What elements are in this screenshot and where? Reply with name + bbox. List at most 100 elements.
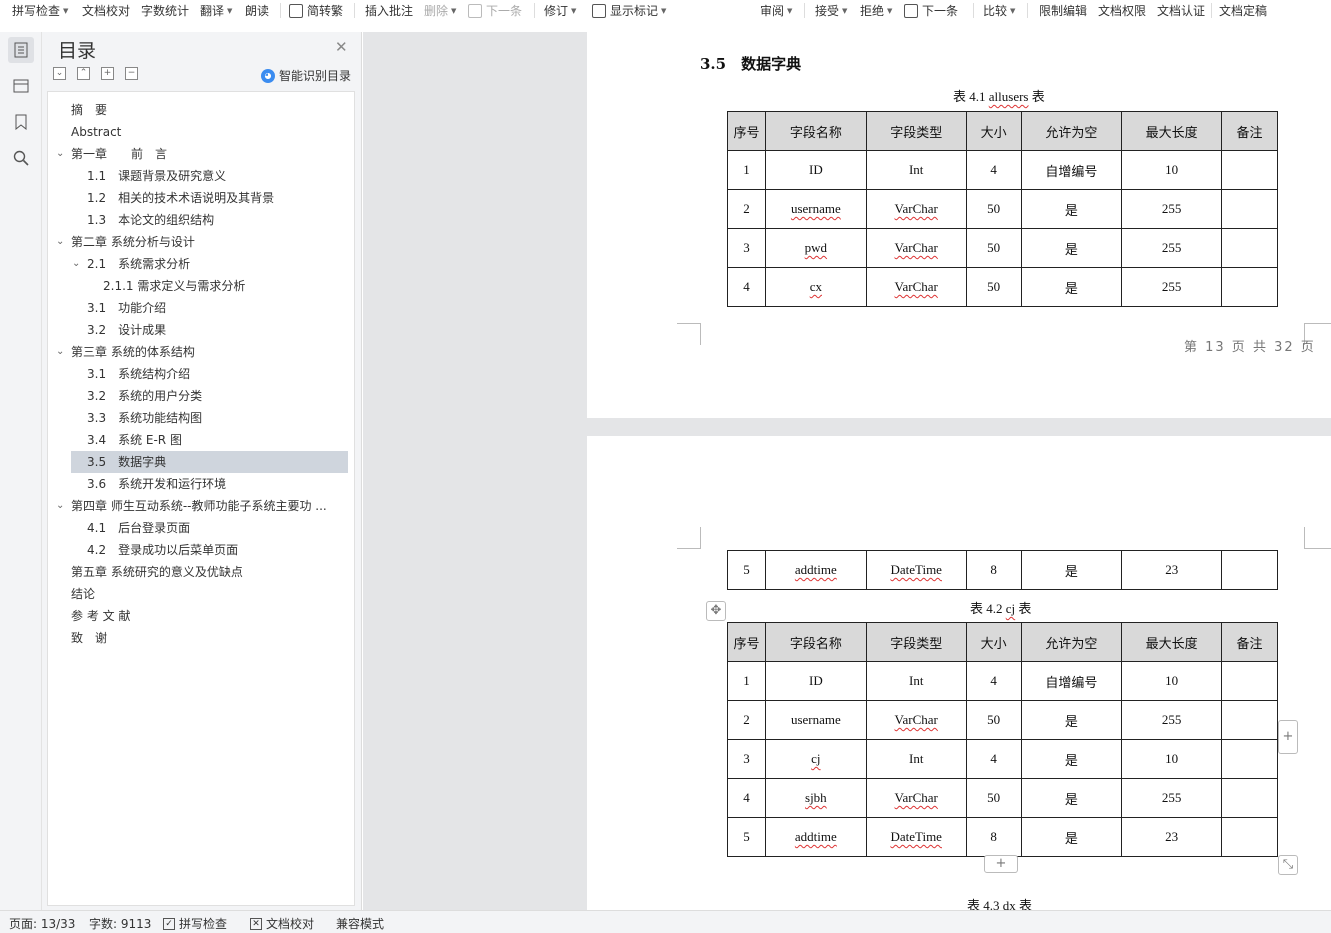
reject-button[interactable]: 拒绝 ▼: [860, 2, 892, 20]
table-cell[interactable]: 255: [1121, 228, 1223, 268]
table-cell[interactable]: cj: [764, 739, 867, 779]
table-cell[interactable]: 自增编号: [1020, 661, 1123, 701]
restrict-editing-button[interactable]: 限制编辑: [1039, 2, 1087, 20]
toc-item[interactable]: 3.2 设计成果: [87, 319, 166, 341]
finalize-doc-button[interactable]: 文档定稿: [1219, 2, 1267, 20]
doc-proofread-button[interactable]: 文档校对: [82, 2, 130, 20]
table-cell[interactable]: 10: [1121, 739, 1223, 779]
toc-item[interactable]: 1.1 课题背景及研究意义: [87, 165, 226, 187]
toc-item[interactable]: 3.6 系统开发和运行环境: [87, 473, 226, 495]
table-cell[interactable]: username: [764, 700, 867, 740]
table-cell[interactable]: [1221, 267, 1278, 307]
toc-item[interactable]: 3.1 系统结构介绍: [87, 363, 190, 385]
table-cell[interactable]: VarChar: [865, 700, 967, 740]
read-aloud-button[interactable]: 朗读: [245, 2, 269, 20]
table-cell[interactable]: 50: [965, 228, 1022, 268]
table-cell[interactable]: 23: [1121, 550, 1223, 590]
simp-to-trad-button[interactable]: 简转繁: [289, 2, 343, 20]
compare-button[interactable]: 比较 ▼: [983, 2, 1015, 20]
chevron-down-icon[interactable]: ⌄: [56, 495, 64, 517]
toc-item[interactable]: 3.1 功能介绍: [87, 297, 166, 319]
table-cell[interactable]: 是: [1020, 550, 1123, 590]
table-cell[interactable]: 10: [1121, 150, 1223, 190]
toc-item[interactable]: ⌄ 第一章 前 言: [56, 143, 167, 165]
toc-item[interactable]: 1.3 本论文的组织结构: [87, 209, 214, 231]
toc-item[interactable]: 3.2 系统的用户分类: [87, 385, 202, 407]
table-cell[interactable]: 是: [1020, 739, 1123, 779]
table-cell[interactable]: 是: [1020, 267, 1123, 307]
proofread-status[interactable]: ✕ 文档校对: [250, 915, 314, 932]
table-cell[interactable]: 255: [1121, 700, 1223, 740]
delete-comment-button[interactable]: 删除 ▼: [424, 2, 456, 20]
page-indicator[interactable]: 页面: 13/33: [9, 915, 75, 932]
table-cell[interactable]: 50: [965, 700, 1022, 740]
table-cell[interactable]: 8: [965, 817, 1022, 857]
doc-permission-button[interactable]: 文档权限: [1098, 2, 1146, 20]
table-cell[interactable]: VarChar: [865, 778, 967, 818]
toc-item[interactable]: 2.1.1 需求定义与需求分析: [103, 275, 245, 297]
table-cell[interactable]: [1221, 189, 1278, 229]
toc-item[interactable]: 参 考 文 献: [71, 605, 130, 627]
collapse-all-icon[interactable]: ⌄: [53, 67, 66, 80]
table-cell[interactable]: username: [764, 189, 867, 229]
table-cell[interactable]: 8: [965, 550, 1022, 590]
table-cell[interactable]: 4: [727, 778, 766, 818]
table-cell[interactable]: 2: [727, 189, 766, 229]
word-count-indicator[interactable]: 字数: 9113: [89, 915, 151, 932]
spell-check-status[interactable]: ✓ 拼写检查: [163, 915, 227, 932]
table-cell[interactable]: [1221, 700, 1278, 740]
table-cell[interactable]: 255: [1121, 189, 1223, 229]
toc-item[interactable]: ⌄ 第二章 系统分析与设计: [56, 231, 195, 253]
toc-item[interactable]: 致 谢: [71, 627, 107, 649]
toc-item[interactable]: 第五章 系统研究的意义及优缺点: [71, 561, 243, 583]
table-cell[interactable]: 50: [965, 267, 1022, 307]
table-cell[interactable]: sjbh: [764, 778, 867, 818]
table-cell[interactable]: 3: [727, 228, 766, 268]
document-page-13[interactable]: 3.5 数据字典 表 4.1 allusers 表 序号 字段名称 字段类型 大…: [587, 32, 1331, 418]
close-icon[interactable]: ✕: [335, 38, 348, 56]
document-page-14[interactable]: 5 addtime DateTime 8 是 23 ✥ 表 4.2 cj 表 序…: [587, 436, 1331, 913]
table-cell[interactable]: 4: [965, 739, 1022, 779]
toc-item[interactable]: 摘 要: [71, 99, 107, 121]
table-cell[interactable]: ID: [764, 661, 867, 701]
translate-button[interactable]: 翻译 ▼: [200, 2, 232, 20]
table-cell[interactable]: 1: [727, 150, 766, 190]
add-row-icon[interactable]: +: [984, 855, 1018, 873]
bookmark-icon[interactable]: [8, 109, 34, 135]
remove-heading-icon[interactable]: −: [125, 67, 138, 80]
show-markup-button[interactable]: 显示标记 ▼: [592, 2, 666, 20]
table-cell[interactable]: 50: [965, 778, 1022, 818]
toc-item[interactable]: Abstract: [71, 121, 121, 143]
toc-item[interactable]: 结论: [71, 583, 95, 605]
toc-icon[interactable]: [8, 37, 34, 63]
toc-item[interactable]: 4.1 后台登录页面: [87, 517, 190, 539]
smart-toc-button[interactable]: ◕ 智能识别目录: [261, 67, 351, 84]
table-cell[interactable]: addtime: [764, 550, 867, 590]
table-cell[interactable]: [1221, 778, 1278, 818]
table-cell[interactable]: 23: [1121, 817, 1223, 857]
toc-item[interactable]: 3.4 系统 E-R 图: [87, 429, 182, 451]
table-cell[interactable]: 5: [727, 817, 766, 857]
chevron-down-icon[interactable]: ⌄: [56, 231, 64, 253]
accept-button[interactable]: 接受 ▼: [815, 2, 847, 20]
table-cell[interactable]: DateTime: [865, 550, 967, 590]
doc-certify-button[interactable]: 文档认证: [1157, 2, 1205, 20]
toc-item[interactable]: 1.2 相关的技术术语说明及其背景: [87, 187, 274, 209]
search-icon[interactable]: [8, 145, 34, 171]
track-changes-button[interactable]: 修订 ▼: [544, 2, 576, 20]
chevron-down-icon[interactable]: ⌄: [56, 341, 64, 363]
table-cell[interactable]: 是: [1020, 778, 1123, 818]
table-cell[interactable]: 50: [965, 189, 1022, 229]
toc-item[interactable]: ⌄ 2.1 系统需求分析: [72, 253, 190, 275]
table-cell[interactable]: Int: [865, 739, 967, 779]
table-cell[interactable]: DateTime: [865, 817, 967, 857]
table-cell[interactable]: 是: [1020, 228, 1123, 268]
table-cell[interactable]: addtime: [764, 817, 867, 857]
table-cell[interactable]: 是: [1020, 189, 1123, 229]
table-cell[interactable]: 自增编号: [1020, 150, 1123, 190]
spell-check-button[interactable]: 拼写检查 ▼: [12, 2, 68, 20]
table-cell[interactable]: [1221, 550, 1278, 590]
table-cell[interactable]: 是: [1020, 817, 1123, 857]
table-cell[interactable]: 4: [965, 150, 1022, 190]
outline-icon[interactable]: [8, 73, 34, 99]
